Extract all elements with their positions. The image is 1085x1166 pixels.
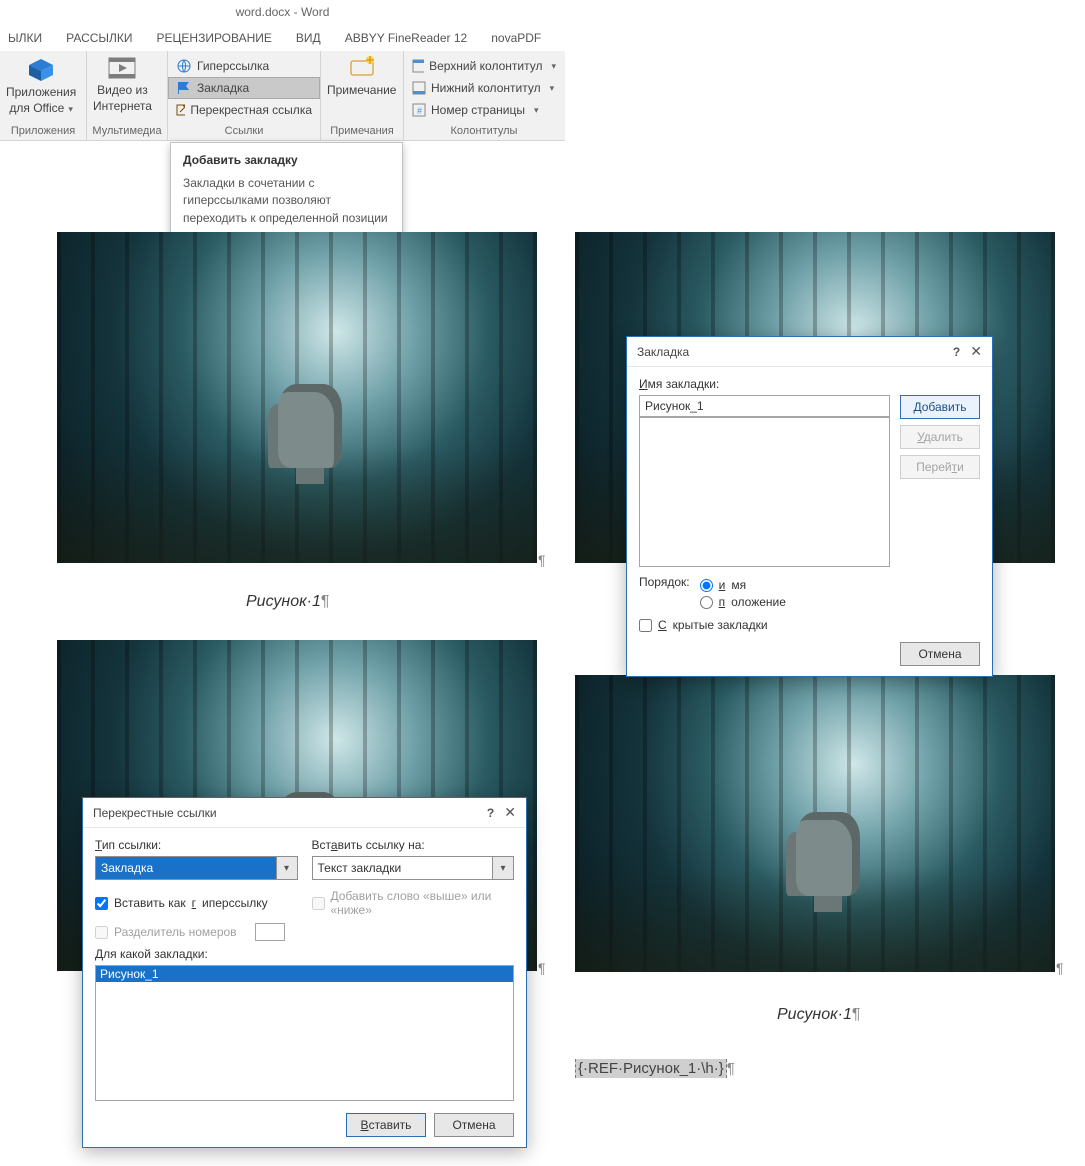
group-notes-label: Примечания — [321, 123, 403, 140]
header-label: Верхний колонтитул — [429, 56, 542, 76]
bookmark-label: Закладка — [197, 78, 249, 98]
hidden-bookmarks-check[interactable]: Скрытые закладки — [639, 618, 980, 632]
insert-as-hyperlink-check[interactable]: Вставить как гиперссылку — [95, 889, 298, 917]
page-number-button[interactable]: # Номер страницы — [404, 99, 564, 121]
paragraph-mark — [538, 552, 546, 568]
tab-novapdf[interactable]: novaPDF — [491, 31, 541, 45]
delete-button: Удалить — [900, 425, 980, 449]
group-media: Видео из Интернета Мультимедиа — [87, 51, 168, 140]
paragraph-mark — [1056, 960, 1064, 976]
group-media-label: Мультимедиа — [87, 123, 167, 140]
video-icon — [107, 55, 137, 81]
num-sep-input — [255, 923, 285, 941]
image-caption-2: Рисунок·1 — [777, 1006, 860, 1024]
hyperlink-label: Гиперссылка — [197, 56, 269, 76]
caption-1-text: Рисунок·1 — [246, 593, 321, 610]
hyperlink-icon — [176, 58, 192, 74]
insert-ref-value: Текст закладки — [313, 857, 493, 879]
page-number-icon: # — [412, 103, 426, 117]
list-item[interactable]: Рисунок_1 — [96, 966, 513, 982]
bookmark-list[interactable] — [639, 417, 890, 567]
above-below-check: Добавить слово «выше» или «ниже» — [312, 889, 515, 917]
group-links-label: Ссылки — [168, 123, 320, 140]
bookmark-name-input[interactable] — [639, 395, 890, 417]
caption-2-text: Рисунок·1 — [777, 1006, 852, 1023]
group-apps: Приложения для Office Приложения — [0, 51, 87, 140]
crossref-label: Перекрестная ссылка — [190, 100, 312, 120]
order-position-radio[interactable]: положение — [700, 595, 786, 609]
close-button[interactable]: ✕ — [970, 343, 982, 360]
tooltip-title: Добавить закладку — [171, 143, 402, 171]
num-sep-label: Разделитель номеров — [114, 925, 237, 939]
bookmark-dialog: Закладка ? ✕ Имя закладки: Добавить Удал… — [626, 336, 993, 677]
insert-ref-combo[interactable]: Текст закладки — [312, 856, 515, 880]
comment-button[interactable]: Примечание — [321, 53, 402, 123]
bookmark-name-label: И — [639, 377, 648, 391]
insert-button[interactable]: Вставить — [346, 1113, 426, 1137]
image-caption-1: Рисунок·1 — [246, 593, 329, 611]
ref-field-code[interactable]: {·REF·Рисунок_1·\h·} — [575, 1059, 727, 1078]
window-title: word.docx - Word — [236, 5, 330, 19]
apps-button[interactable]: Приложения для Office — [0, 53, 82, 123]
goto-button: Перейти — [900, 455, 980, 479]
add-button[interactable]: Добавить — [900, 395, 980, 419]
crossref-icon — [176, 103, 185, 117]
tab-finereader[interactable]: ABBYY FineReader 12 — [345, 31, 468, 45]
crossref-dialog-title: Перекрестные ссылки — [93, 806, 217, 820]
apps-label-1: Приложения — [6, 85, 76, 99]
bookmark-flag-icon — [176, 81, 192, 95]
bookmark-dialog-title: Закладка — [637, 345, 689, 359]
svg-text:#: # — [417, 106, 422, 116]
group-links: Гиперссылка Закладка Перекрестная ссылка… — [168, 51, 321, 140]
cancel-button[interactable]: Отмена — [434, 1113, 514, 1137]
document-image-4 — [575, 675, 1055, 972]
store-icon — [27, 55, 55, 83]
ref-type-combo[interactable]: Закладка — [95, 856, 298, 880]
title-bar: word.docx - Word — [0, 0, 565, 25]
group-headers-label: Колонтитулы — [404, 123, 564, 140]
bookmark-button[interactable]: Закладка — [168, 77, 320, 99]
chevron-down-icon[interactable] — [276, 857, 297, 879]
group-apps-label: Приложения — [0, 123, 86, 140]
bookmark-list[interactable]: Рисунок_1 — [95, 965, 514, 1101]
ref-field-code-line: {·REF·Рисунок_1·\h·} — [575, 1060, 735, 1077]
paragraph-mark — [538, 960, 546, 976]
ref-type-value: Закладка — [96, 857, 276, 879]
help-button[interactable]: ? — [953, 345, 960, 359]
document-image-1 — [57, 232, 537, 563]
crossref-button[interactable]: Перекрестная ссылка — [168, 99, 320, 121]
tab-links-partial[interactable]: ЫЛКИ — [8, 31, 42, 45]
crossref-dialog-titlebar[interactable]: Перекрестные ссылки ? ✕ — [83, 798, 526, 828]
header-button[interactable]: Верхний колонтитул — [404, 55, 564, 77]
cancel-button[interactable]: Отмена — [900, 642, 980, 666]
tab-mailings[interactable]: РАССЫЛКИ — [66, 31, 132, 45]
online-video-button[interactable]: Видео из Интернета — [87, 53, 158, 123]
help-button[interactable]: ? — [487, 806, 494, 820]
crossref-dialog: Перекрестные ссылки ? ✕ Тип ссылки: Закл… — [82, 797, 527, 1148]
comment-icon — [348, 55, 376, 81]
ribbon-tabs: ЫЛКИ РАССЫЛКИ РЕЦЕНЗИРОВАНИЕ ВИД ABBYY F… — [0, 25, 581, 51]
tab-view[interactable]: ВИД — [296, 31, 321, 45]
footer-label: Нижний колонтитул — [431, 78, 541, 98]
footer-button[interactable]: Нижний колонтитул — [404, 77, 564, 99]
video-label-2: Интернета — [93, 99, 152, 113]
apps-label-2: для Office — [9, 101, 73, 115]
page-number-label: Номер страницы — [431, 100, 525, 120]
tab-review[interactable]: РЕЦЕНЗИРОВАНИЕ — [157, 31, 272, 45]
video-label-1: Видео из — [97, 83, 148, 97]
order-name-radio[interactable]: имя — [700, 578, 786, 592]
bookmark-dialog-titlebar[interactable]: Закладка ? ✕ — [627, 337, 992, 367]
comment-label: Примечание — [327, 83, 396, 97]
ribbon: Приложения для Office Приложения Видео и… — [0, 51, 565, 141]
close-button[interactable]: ✕ — [504, 804, 516, 821]
footer-icon — [412, 81, 426, 95]
hyperlink-button[interactable]: Гиперссылка — [168, 55, 320, 77]
group-headers: Верхний колонтитул Нижний колонтитул # Н… — [404, 51, 564, 140]
order-label: Порядок: — [639, 575, 690, 589]
chevron-down-icon[interactable] — [492, 857, 513, 879]
number-separator-check: Разделитель номеров — [95, 923, 514, 941]
header-icon — [412, 59, 424, 73]
group-notes: Примечание Примечания — [321, 51, 404, 140]
